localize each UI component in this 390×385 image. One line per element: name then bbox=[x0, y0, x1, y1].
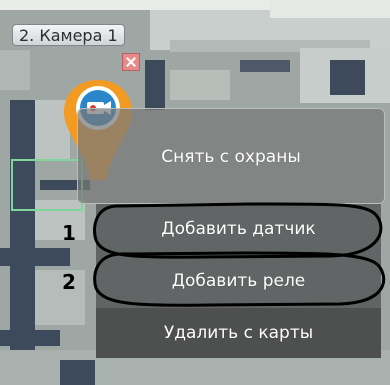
menu-item-label: Снять с охраны bbox=[161, 147, 301, 167]
menu-item-label: Удалить с карты bbox=[163, 323, 314, 343]
menu-item-label: Добавить датчик bbox=[161, 219, 316, 239]
menu-item-add-relay[interactable]: Добавить реле bbox=[96, 254, 381, 308]
menu-item-add-sensor[interactable]: Добавить датчик bbox=[96, 204, 381, 254]
menu-item-disarm[interactable]: Снять с охраны bbox=[77, 108, 385, 204]
callout-number-2: 2 bbox=[62, 270, 76, 294]
map-viewport[interactable]: 2. Камера 1 Снять с охраны Добавить датч… bbox=[0, 0, 390, 385]
camera-name-label[interactable]: 2. Камера 1 bbox=[12, 24, 125, 46]
menu-item-label: Добавить реле bbox=[171, 271, 306, 291]
close-icon[interactable] bbox=[122, 53, 140, 71]
menu-item-remove-from-map[interactable]: Удалить с карты bbox=[96, 308, 381, 358]
callout-number-1: 1 bbox=[62, 221, 76, 245]
